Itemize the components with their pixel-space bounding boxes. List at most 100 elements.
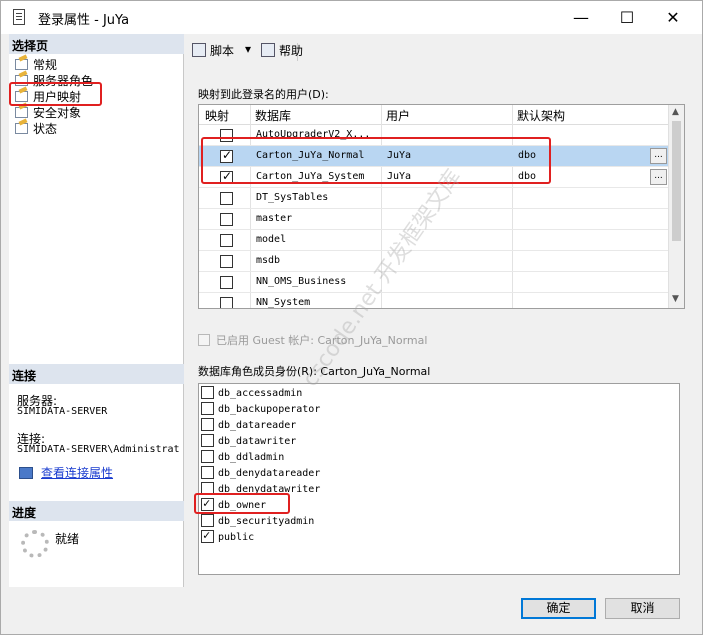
- sidebar-item-label: 常规: [33, 58, 58, 72]
- scrollbar-thumb[interactable]: [672, 121, 681, 241]
- table-row[interactable]: msdb: [199, 251, 669, 272]
- scroll-up-icon[interactable]: ▲: [672, 107, 679, 117]
- role-checkbox[interactable]: [201, 418, 214, 431]
- map-checkbox[interactable]: [220, 297, 233, 308]
- script-icon: [192, 43, 206, 57]
- table-row[interactable]: master: [199, 209, 669, 230]
- database-cell: DT_SysTables: [256, 192, 329, 203]
- user-mapping-grid: 映射 数据库 用户 默认架构 AutoUpgraderV2_X... Carto…: [198, 104, 685, 309]
- script-dropdown-button[interactable]: ▾: [245, 42, 251, 60]
- browse-schema-button[interactable]: ...: [650, 169, 667, 185]
- role-checkbox[interactable]: [201, 528, 214, 543]
- mapping-label: 映射到此登录名的用户(D):: [198, 88, 329, 101]
- connection-value: SIMIDATA-SERVER\Administrat: [17, 444, 180, 455]
- role-item-db-backupoperator[interactable]: db_backupoperator: [201, 402, 320, 418]
- sidebar-item-status[interactable]: 状态: [15, 120, 57, 136]
- sidebar-item-label: 用户映射: [33, 90, 82, 104]
- server-value: SIMIDATA-SERVER: [17, 406, 108, 417]
- connection-properties-icon: [19, 467, 33, 479]
- schema-cell[interactable]: dbo: [518, 171, 536, 182]
- role-membership-list: db_accessadmin db_backupoperator db_data…: [198, 383, 680, 575]
- progress-header: 进度: [9, 501, 184, 521]
- role-label: db_accessadmin: [218, 388, 303, 399]
- close-button[interactable]: ✕: [650, 1, 696, 34]
- ok-button[interactable]: 确定: [521, 598, 596, 619]
- role-item-db-datareader[interactable]: db_datareader: [201, 418, 296, 434]
- database-cell: Carton_JuYa_Normal: [256, 150, 365, 161]
- map-checkbox[interactable]: [220, 255, 233, 268]
- chevron-down-icon: ▾: [245, 42, 252, 56]
- mapping-scrollbar[interactable]: ▲ ▼: [668, 105, 684, 308]
- column-header-user[interactable]: 用户: [386, 107, 410, 124]
- page-icon: [15, 107, 28, 118]
- map-checkbox[interactable]: [220, 169, 233, 184]
- page-icon: [15, 59, 28, 70]
- window-title: 登录属性 - JuYa: [38, 13, 130, 28]
- role-item-public[interactable]: public: [201, 528, 255, 546]
- table-row[interactable]: Carton_JuYa_Normal JuYa dbo ...: [199, 146, 669, 167]
- database-cell: NN_System: [256, 297, 311, 308]
- sidebar-item-label: 服务器角色: [33, 74, 94, 88]
- table-row[interactable]: AutoUpgraderV2_X...: [199, 125, 669, 146]
- role-checkbox[interactable]: [201, 434, 214, 447]
- select-page-header: 选择页: [9, 34, 184, 54]
- page-icon: [15, 75, 28, 86]
- grid-header: 映射 数据库 用户 默认架构: [199, 105, 669, 125]
- map-checkbox[interactable]: [220, 234, 233, 247]
- title-bar: 登录属性 - JuYa — ☐ ✕: [1, 1, 702, 34]
- column-header-map[interactable]: 映射: [205, 107, 229, 124]
- role-checkbox[interactable]: [201, 450, 214, 463]
- help-button[interactable]: 帮助: [261, 42, 303, 60]
- script-label: 脚本: [210, 44, 235, 58]
- maximize-button[interactable]: ☐: [604, 1, 650, 34]
- help-label: 帮助: [279, 44, 304, 58]
- role-checkbox[interactable]: [201, 482, 214, 495]
- table-row[interactable]: Carton_JuYa_System JuYa dbo ...: [199, 167, 669, 188]
- role-checkbox[interactable]: [201, 496, 214, 511]
- view-connection-properties-link[interactable]: 查看连接属性: [19, 464, 113, 481]
- user-cell[interactable]: JuYa: [387, 150, 411, 161]
- table-row[interactable]: model: [199, 230, 669, 251]
- map-checkbox[interactable]: [220, 148, 233, 163]
- role-checkbox[interactable]: [201, 466, 214, 479]
- guest-account-checkbox: 已启用 Guest 帐户: Carton_JuYa_Normal: [198, 332, 427, 348]
- cancel-button[interactable]: 取消: [605, 598, 680, 619]
- table-row[interactable]: NN_System: [199, 293, 669, 308]
- sidebar-item-general[interactable]: 常规: [15, 56, 57, 72]
- browse-schema-button[interactable]: ...: [650, 148, 667, 164]
- database-cell: NN_OMS_Business: [256, 276, 347, 287]
- script-button[interactable]: 脚本: [192, 42, 234, 60]
- map-checkbox[interactable]: [220, 192, 233, 205]
- main-panel: 脚本 ▾ 帮助 映射到此登录名的用户(D): 映射 数据库 用户 默认架构 Au…: [185, 34, 697, 587]
- role-item-db-datawriter[interactable]: db_datawriter: [201, 434, 296, 450]
- role-label: db_denydatawriter: [218, 484, 321, 495]
- role-checkbox[interactable]: [201, 514, 214, 527]
- column-header-default-schema[interactable]: 默认架构: [517, 107, 565, 124]
- toolbar: 脚本 ▾ 帮助: [185, 34, 697, 67]
- column-header-database[interactable]: 数据库: [255, 107, 291, 124]
- scroll-down-icon[interactable]: ▼: [672, 294, 679, 304]
- map-checkbox[interactable]: [220, 213, 233, 226]
- role-label: public: [218, 532, 255, 543]
- guest-label: 已启用 Guest 帐户: Carton_JuYa_Normal: [216, 334, 428, 347]
- role-item-db-denydatareader[interactable]: db_denydatareader: [201, 466, 320, 482]
- role-label: db_ddladmin: [218, 452, 285, 463]
- role-item-db-owner[interactable]: db_owner: [201, 496, 266, 514]
- database-cell: master: [256, 213, 293, 224]
- role-label: db_securityadmin: [218, 516, 315, 527]
- user-cell[interactable]: JuYa: [387, 171, 411, 182]
- table-row[interactable]: NN_OMS_Business: [199, 272, 669, 293]
- role-item-db-accessadmin[interactable]: db_accessadmin: [201, 386, 302, 402]
- role-checkbox[interactable]: [201, 386, 214, 399]
- table-row[interactable]: DT_SysTables: [199, 188, 669, 209]
- map-checkbox[interactable]: [220, 129, 233, 142]
- schema-cell[interactable]: dbo: [518, 150, 536, 161]
- sidebar-item-server-roles[interactable]: 服务器角色: [15, 72, 93, 88]
- sidebar-item-label: 安全对象: [33, 106, 82, 120]
- role-item-db-securityadmin[interactable]: db_securityadmin: [201, 514, 314, 530]
- role-checkbox[interactable]: [201, 402, 214, 415]
- role-item-db-ddladmin[interactable]: db_ddladmin: [201, 450, 284, 466]
- map-checkbox[interactable]: [220, 276, 233, 289]
- role-item-db-denydatawriter[interactable]: db_denydatawriter: [201, 482, 320, 498]
- minimize-button[interactable]: —: [558, 1, 604, 34]
